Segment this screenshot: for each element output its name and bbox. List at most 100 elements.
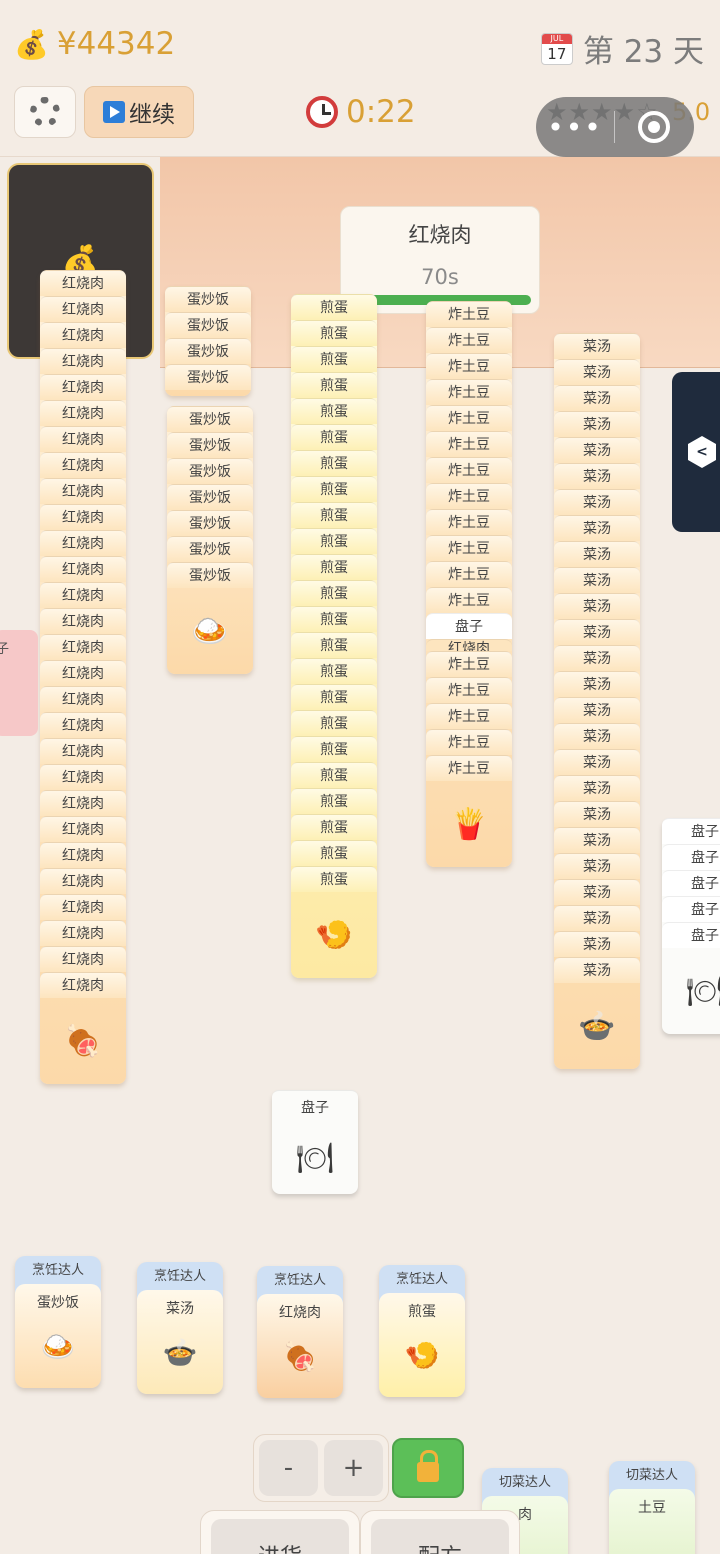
dish-card: 菜汤 xyxy=(554,801,640,827)
dish-card: 盘子 xyxy=(426,613,512,639)
dish-card: 菜汤 xyxy=(554,437,640,463)
alarm-clock-icon xyxy=(306,96,338,128)
dish-card: 红烧肉 xyxy=(40,868,126,894)
dish-card: 炸土豆 xyxy=(426,729,512,755)
dish-card: 菜汤 xyxy=(554,515,640,541)
dish-card: 炸土豆 xyxy=(426,677,512,703)
danchaofan-stack-top[interactable]: 蛋炒饭 蛋炒饭 蛋炒饭 蛋炒饭 xyxy=(165,286,251,396)
stock-tab[interactable]: 进货 xyxy=(200,1510,360,1554)
worker-role: 烹饪达人 xyxy=(31,1263,84,1278)
money-amount: ¥44342 xyxy=(56,26,176,62)
plates-stack[interactable]: 盘子 盘子 盘子 盘子 盘子 🍽 xyxy=(662,818,720,1034)
cook-worker-card[interactable]: 烹饪达人 菜汤 🍲 xyxy=(137,1262,223,1394)
dish-card: 菜汤 xyxy=(554,853,640,879)
more-options-button[interactable]: ••• xyxy=(536,111,614,144)
plus-button[interactable]: + xyxy=(324,1440,383,1496)
recipe-tab-label: 配方 xyxy=(371,1519,509,1554)
curry-rice-icon: 🍛 xyxy=(191,613,229,649)
dish-card: 蛋炒饭 xyxy=(165,286,251,312)
dish-card: 红烧肉 xyxy=(40,530,126,556)
dish-card: 菜汤 xyxy=(554,489,640,515)
close-mini-program-button[interactable] xyxy=(615,111,693,143)
dish-card: 盘子 xyxy=(662,844,720,870)
dish-card: 红烧肉 xyxy=(40,634,126,660)
dish-card: 煎蛋 xyxy=(291,710,377,736)
dish-card: 蛋炒饭 xyxy=(165,312,251,338)
money-display: 💰 ¥44342 xyxy=(14,26,175,62)
dish-card: 煎蛋 xyxy=(291,632,377,658)
dish-card: 菜汤 xyxy=(554,957,640,983)
dish-card: 菜汤 xyxy=(554,905,640,931)
dish-card: 蛋炒饭 xyxy=(167,458,253,484)
cook-worker-card[interactable]: 烹饪达人 红烧肉 🍖 xyxy=(257,1266,343,1398)
dish-card: 红烧肉 xyxy=(40,738,126,764)
mini-program-capsule: ••• xyxy=(536,97,694,157)
cutter-worker-card[interactable]: 切菜达人 土豆 xyxy=(609,1461,695,1554)
dish-card: 煎蛋 xyxy=(291,398,377,424)
dish-card: 煎蛋 xyxy=(291,502,377,528)
worker-dish: 红烧肉 xyxy=(279,1305,321,1321)
unlock-button[interactable] xyxy=(392,1438,464,1498)
dish-card: 菜汤 xyxy=(554,385,640,411)
dish-card: 红烧肉 xyxy=(40,712,126,738)
dish-card: 红烧肉 xyxy=(426,639,512,651)
hongshaorou-stack[interactable]: 红烧肉 红烧肉 红烧肉 红烧肉 红烧肉 红烧肉 红烧肉 红烧肉 红烧肉 红烧肉 红烧肉 红烧肉 红烧肉红… xyxy=(40,270,126,1084)
dish-card: 菜汤 xyxy=(554,697,640,723)
danchaofan-stack[interactable]: 蛋炒饭 蛋炒饭 蛋炒饭 蛋炒饭 蛋炒饭 蛋炒饭 蛋炒饭 🍛 xyxy=(167,406,253,674)
dish-card: 炸土豆 xyxy=(426,703,512,729)
dish-card: 蛋炒饭 xyxy=(167,432,253,458)
plate-card[interactable]: 盘子 🍽 xyxy=(272,1090,358,1194)
share-panel[interactable]: < xyxy=(672,372,720,532)
plate-icon: 🍽 xyxy=(295,1140,335,1176)
dish-card: 红烧肉 xyxy=(40,296,126,322)
dish-card: 红烧肉 xyxy=(40,452,126,478)
cook-worker-card[interactable]: 烹饪达人 煎蛋 🍤 xyxy=(379,1265,465,1397)
dish-card: 菜汤 xyxy=(554,411,640,437)
continue-button[interactable]: 继续 xyxy=(84,86,194,138)
recipe-tab[interactable]: 配方 xyxy=(360,1510,520,1554)
dish-card: 煎蛋 xyxy=(291,346,377,372)
dish-card: 红烧肉 xyxy=(40,504,126,530)
dish-card: 菜汤 xyxy=(554,359,640,385)
dish-card: 盘子 xyxy=(662,922,720,948)
worker-dish: 蛋炒饭 xyxy=(37,1295,79,1311)
jiandan-stack[interactable]: 煎蛋 煎蛋 煎蛋 煎蛋 煎蛋 煎蛋 煎蛋 煎蛋 煎蛋 煎蛋 煎蛋 煎蛋 煎蛋 煎蛋 煎蛋 煎蛋 煎蛋 煎蛋 煎蛋 煎蛋… xyxy=(291,294,377,978)
dish-card: 煎蛋 xyxy=(291,606,377,632)
caitang-stack[interactable]: 菜汤 菜汤 菜汤 菜汤 菜汤 菜汤 菜汤 菜汤 菜汤 菜汤 菜汤 菜汤 菜汤 菜汤 菜汤 菜汤 菜汤 菜汤 菜汤 菜汤… xyxy=(554,333,640,1069)
dish-card: 菜汤 xyxy=(554,931,640,957)
minus-button[interactable]: - xyxy=(259,1440,318,1496)
dish-card: 红烧肉 xyxy=(40,790,126,816)
worker-role: 切菜达人 xyxy=(625,1468,678,1483)
dish-card: 菜汤 xyxy=(554,463,640,489)
shrimp-icon: 🍤 xyxy=(315,917,353,953)
dish-card: 蛋炒饭 xyxy=(167,406,253,432)
partial-plate-card[interactable]: 子 xyxy=(0,630,38,736)
dish-card: 炸土豆 xyxy=(426,327,512,353)
dish-card: 红烧肉 xyxy=(40,686,126,712)
worker-role: 烹饪达人 xyxy=(153,1269,206,1284)
dish-card: 煎蛋 xyxy=(291,554,377,580)
dish-card: 煎蛋 xyxy=(291,476,377,502)
dish-card: 菜汤 xyxy=(554,827,640,853)
dish-card: 蛋炒饭 xyxy=(167,536,253,562)
dish-card: 煎蛋 xyxy=(291,372,377,398)
dish-card: 红烧肉 xyxy=(40,556,126,582)
dish-card: 蛋炒饭 xyxy=(167,484,253,510)
dish-card: 菜汤 xyxy=(554,567,640,593)
settings-button[interactable] xyxy=(14,86,76,138)
order-dish-name: 红烧肉 xyxy=(408,223,472,247)
dish-card: 菜汤 xyxy=(554,333,640,359)
dish-card: 菜汤 xyxy=(554,593,640,619)
day-display: JUL 17 第 23 天 xyxy=(540,26,704,71)
worker-dish: 土豆 xyxy=(638,1500,666,1516)
dish-card: 红烧肉 xyxy=(40,608,126,634)
dish-card: 炸土豆 xyxy=(426,587,512,613)
dish-card: 蛋炒饭 xyxy=(165,364,251,390)
cook-worker-card[interactable]: 烹饪达人 蛋炒饭 🍛 xyxy=(15,1256,101,1388)
dish-card: 红烧肉 xyxy=(40,972,126,998)
zhatudou-stack[interactable]: 炸土豆 炸土豆 炸土豆 炸土豆 炸土豆 炸土豆 炸土豆 炸土豆 炸土豆 炸土豆 炸土豆 炸土豆 盘子 红烧… xyxy=(426,301,512,867)
dish-card: 炸土豆 xyxy=(426,651,512,677)
dish-card: 菜汤 xyxy=(554,619,640,645)
worker-role: 烹饪达人 xyxy=(273,1273,326,1288)
dish-card: 红烧肉 xyxy=(40,348,126,374)
